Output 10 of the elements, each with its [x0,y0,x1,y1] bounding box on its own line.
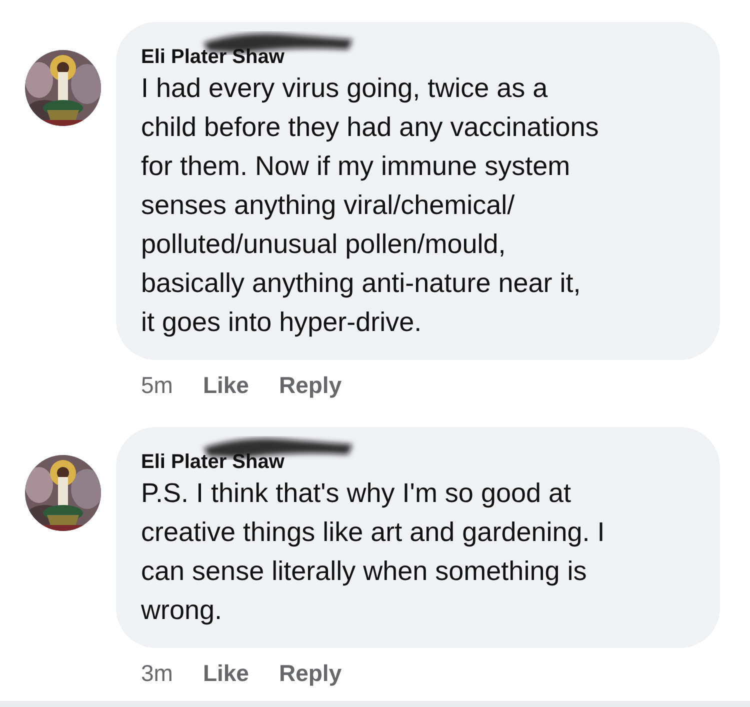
comment-text: I had every virus going, twice as a child before they had any vaccinations for them. Now if my immune system senses anything viral/chemical/ polluted/unusual pollen/mould, basically anything anti-nature near it, it goes into hyper-drive. [141,72,600,339]
timestamp: 5m [141,372,173,399]
author-name[interactable]: Eli Plater Shaw [141,46,700,69]
action-link[interactable]: Reply [278,660,342,687]
timestamp: 3m [141,660,173,687]
comment-text: P.S. I think that's why I'm so good at creative things like art and gardening. I can sense literally when something is wrong. [141,477,606,627]
author-name[interactable]: Eli Plater Shaw [141,451,700,474]
action-link[interactable]: Reply [278,372,342,399]
action-link[interactable]: Like [202,372,249,399]
action-link[interactable]: Like [202,660,249,687]
